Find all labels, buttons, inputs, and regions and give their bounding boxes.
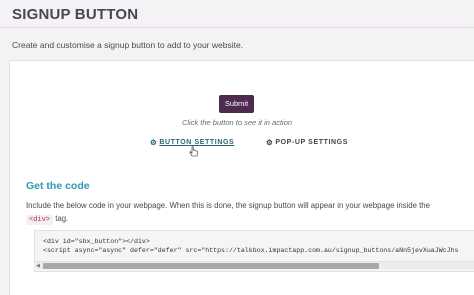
horizontal-scrollbar[interactable]: ◀: [34, 261, 474, 269]
gear-icon: ⚙: [266, 138, 274, 147]
div-tag-chip: <div>: [26, 215, 54, 225]
gear-icon: ⚙: [150, 138, 158, 147]
hand-cursor-icon: [189, 146, 198, 157]
code-instructions: Include the below code in your webpage. …: [26, 199, 474, 225]
instruction-text: Include the below code in your webpage. …: [26, 201, 430, 210]
scroll-left-arrow-icon[interactable]: ◀: [36, 262, 40, 270]
scrollbar-thumb[interactable]: [43, 263, 379, 269]
preview-hint: Click the button to see it in action: [181, 118, 293, 127]
code-line: <div id="sbx_button"></div>: [43, 238, 150, 245]
page-title: SIGNUP BUTTON: [12, 6, 139, 23]
tab-popup-settings[interactable]: ⚙ POP-UP SETTINGS: [266, 139, 348, 147]
title-divider: [0, 27, 474, 28]
get-code-heading: Get the code: [26, 180, 90, 192]
submit-button[interactable]: Submit: [219, 95, 254, 113]
tab-label: POP-UP SETTINGS: [275, 139, 348, 147]
page-description: Create and customise a signup button to …: [12, 40, 244, 50]
code-line: <script async="async" defer="defer" src=…: [43, 247, 459, 254]
instruction-text-end: tag.: [55, 214, 69, 223]
